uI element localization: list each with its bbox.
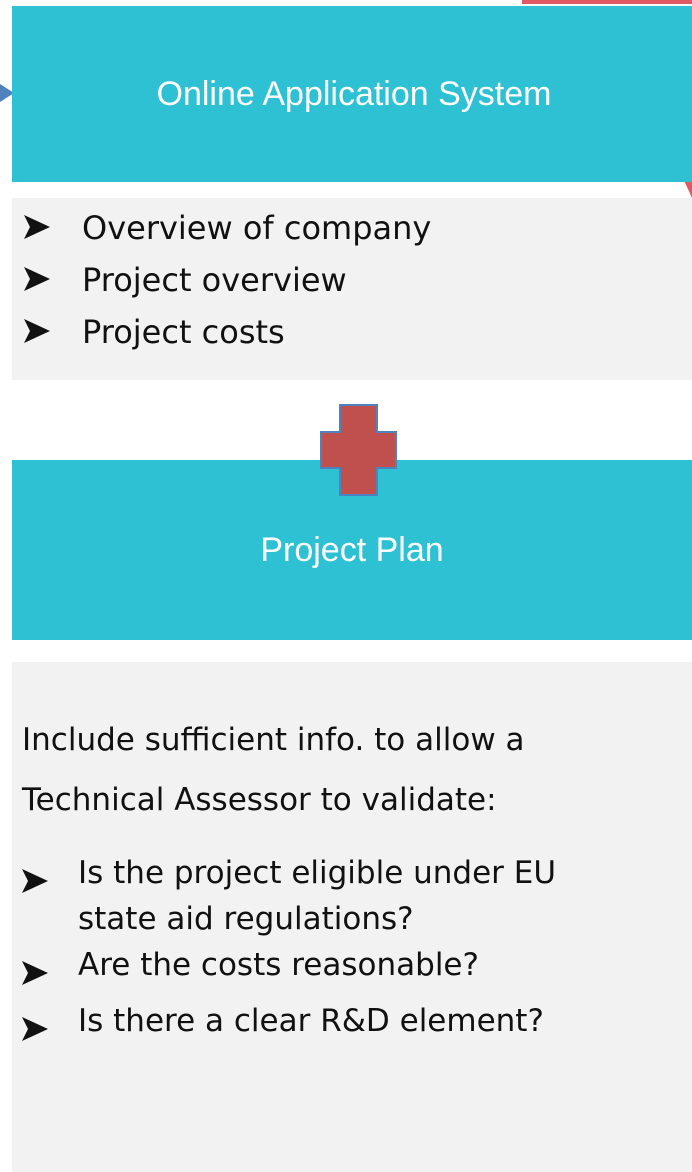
corner-accent-top [522,0,692,4]
project-plan-title: Project Plan [260,530,444,569]
list-item-label: Is there a clear R&D element? [78,1003,544,1039]
arrowhead-bullet-icon [22,850,78,906]
list-item: Overview of company [24,202,692,254]
assessment-intro-line-1: Include sufficient info. to allow a [22,722,525,758]
list-item: Project overview [24,254,692,306]
assessment-intro-line-2: Technical Assessor to validate: [22,782,497,818]
arrowhead-bullet-icon [24,261,82,299]
list-item: Project costs [24,306,692,358]
list-item-line-1: Is the project eligible under EU [78,855,557,891]
technical-assessment-panel: Include sufficient info. to allow a Tech… [12,662,692,1172]
list-item-line-2: state aid regulations? [78,901,414,937]
plus-icon [320,404,397,496]
arrowhead-bullet-icon [24,313,82,351]
arrowhead-bullet-icon [22,998,78,1054]
online-application-system-box: Online Application System [12,6,692,182]
list-item-label: Are the costs reasonable? [78,947,479,983]
list-item: Is the project eligible under EU state a… [22,850,556,942]
application-contents-list: Overview of company Project overview Pro… [12,198,692,358]
arrowhead-bullet-icon [24,209,82,247]
list-item: Is there a clear R&D element? [22,998,556,1054]
list-item-label: Project costs [82,313,285,351]
list-item-label: Overview of company [82,209,432,247]
list-item-label: Project overview [82,261,347,299]
online-application-system-title: Online Application System [156,74,552,113]
list-item: Are the costs reasonable? [22,942,556,998]
arrowhead-bullet-icon [22,942,78,998]
list-item-label: Is the project eligible under EU state a… [78,850,556,942]
application-contents-panel: Overview of company Project overview Pro… [12,198,692,380]
assessment-questions-list: Is the project eligible under EU state a… [22,850,556,1054]
